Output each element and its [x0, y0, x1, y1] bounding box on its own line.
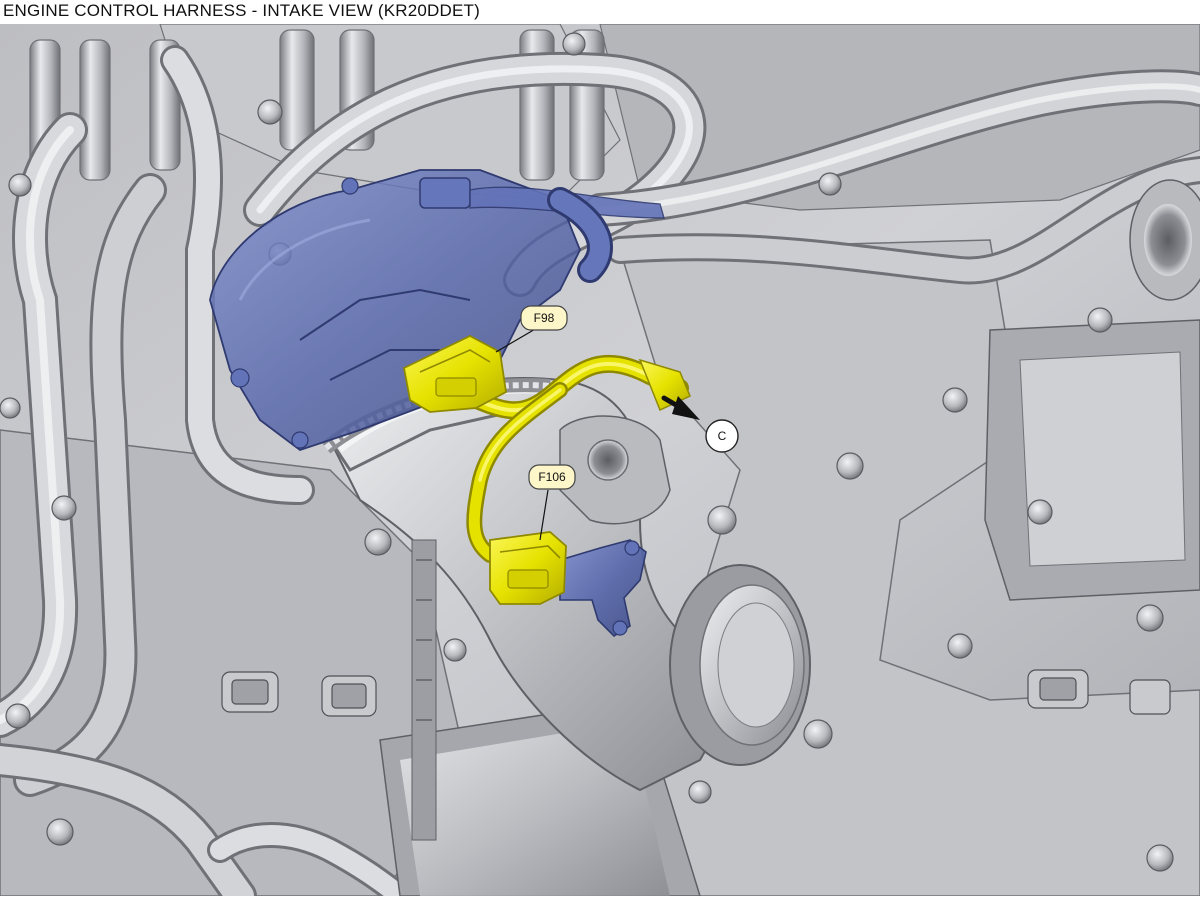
right-bracket-face	[1019, 351, 1186, 567]
connector-f106	[489, 531, 567, 605]
bracket-hole	[587, 439, 629, 481]
label-f98-text: F98	[534, 311, 555, 325]
diagram-title: ENGINE CONTROL HARNESS - INTAKE VIEW (KR…	[3, 1, 480, 20]
label-f106: F106	[528, 464, 576, 490]
support-rail	[411, 539, 437, 841]
label-f98: F98	[520, 305, 568, 331]
right-cylinder-bore	[1144, 204, 1192, 276]
label-f106-text: F106	[538, 470, 566, 484]
diagram-canvas: F98 F106 C ENGINE CONTROL HARNESS - INTA…	[0, 0, 1200, 903]
engine-illustration: F98 F106 C	[0, 23, 1200, 903]
title-bar: ENGINE CONTROL HARNESS - INTAKE VIEW (KR…	[0, 0, 1200, 24]
continuation-label: C	[718, 429, 727, 443]
continuation-marker: C	[705, 419, 739, 453]
